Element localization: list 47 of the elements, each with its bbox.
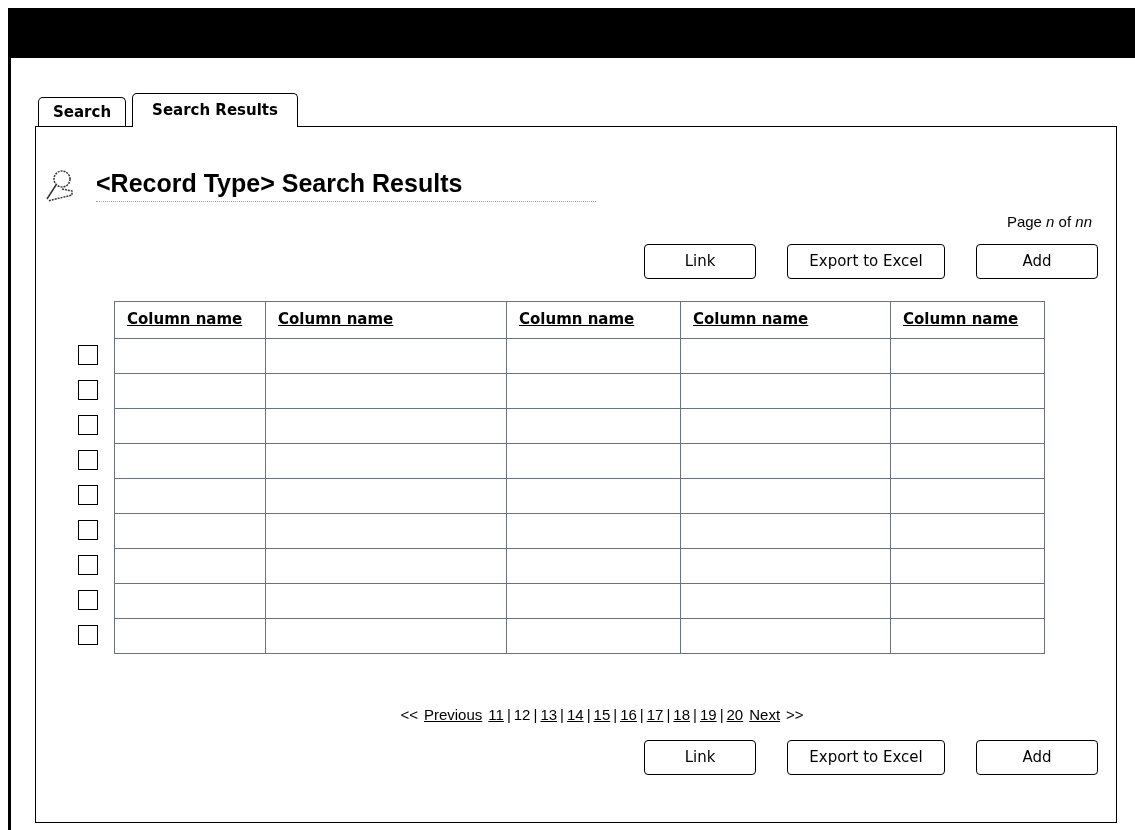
action-button[interactable]: Link [644,740,756,775]
page-title: <Record Type> Search Results [96,167,464,199]
row-checkbox[interactable] [78,555,98,575]
page-link[interactable]: 11 [488,703,504,726]
row-checkbox[interactable] [78,415,98,435]
page-link[interactable]: Previous [423,703,483,726]
column-header[interactable]: Column name [680,301,891,338]
separator: | [693,704,697,725]
row-checkbox[interactable] [78,485,98,505]
separator: | [666,704,671,725]
column-header[interactable]: Column name [265,301,507,338]
action-button[interactable]: Add [976,740,1098,775]
tab[interactable]: Search [38,97,127,126]
row-checkbox[interactable] [78,520,98,540]
tab[interactable]: Search Results [132,93,298,127]
separator: | [639,704,644,725]
page-link[interactable]: 14 [566,703,584,726]
page-link[interactable]: 15 [593,703,611,726]
page-link[interactable]: 20 [726,703,744,726]
page-link[interactable]: Next [749,703,781,726]
row-checkbox[interactable] [78,590,98,610]
page-link[interactable]: 16 [620,703,637,726]
action-button[interactable]: Link [644,243,756,279]
separator: | [506,704,511,725]
action-button[interactable]: Add [976,243,1098,279]
separator: | [560,704,564,725]
page-link[interactable]: 17 [646,703,664,726]
row-checkbox[interactable] [78,380,98,400]
page-link[interactable]: 19 [699,703,717,726]
row-checkbox[interactable] [78,345,98,365]
pagination-arrows: << [400,704,418,725]
page-link[interactable]: 13 [540,703,558,726]
separator: | [533,704,538,725]
page-link[interactable]: 18 [673,703,691,726]
column-header[interactable]: Column name [114,301,266,338]
row-checkbox[interactable] [78,625,98,645]
separator: | [586,704,591,725]
current-page: 12 [513,704,531,725]
separator: | [613,704,618,725]
action-button[interactable]: Export to Excel [787,243,945,279]
pagination-arrows: >> [786,704,804,725]
column-header[interactable]: Column name [890,301,1045,338]
separator: | [719,704,724,725]
row-checkbox[interactable] [78,450,98,470]
page-indicator: Page n of nn [1006,212,1092,232]
action-button[interactable]: Export to Excel [787,740,945,775]
column-header[interactable]: Column name [506,301,681,338]
